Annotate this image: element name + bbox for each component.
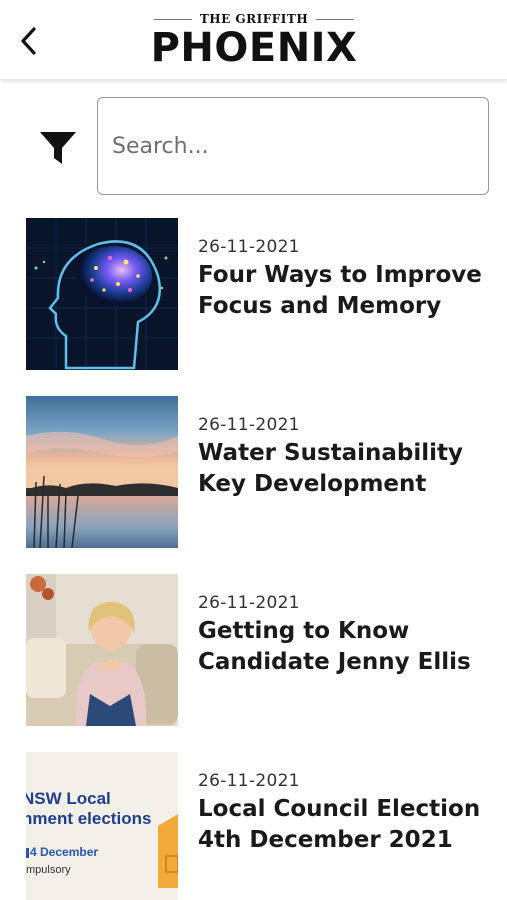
article-thumbnail-election[interactable]: NSW Local nment elections 4 December mpu… [26,752,178,900]
logo-rule-left [153,18,192,20]
article-title[interactable]: Four Ways to Improve Focus and Memory [198,260,488,322]
article-thumbnail-portrait[interactable] [26,574,178,726]
article-item[interactable]: 26-11-2021 Getting to Know Candidate Jen… [26,574,496,726]
chevron-left-icon [21,27,36,55]
banner-text-line2: nment elections [26,809,151,828]
filter-button[interactable] [36,126,80,170]
article-date: 26-11-2021 [198,593,300,613]
article-date: 26-11-2021 [198,415,300,435]
logo-top-text: THE GRIFFITH [199,12,309,26]
back-button[interactable] [12,24,46,58]
logo-rule-right [316,18,355,20]
article-title[interactable]: Water Sustainability Key Development [198,438,488,500]
logo-main-text: PHOENIX [150,25,358,71]
article-date: 26-11-2021 [198,771,300,791]
site-logo[interactable]: THE GRIFFITH PHOENIX [140,12,368,72]
banner-text-line1: NSW Local [26,789,111,808]
article-thumbnail-lake[interactable] [26,396,178,548]
article-title[interactable]: Getting to Know Candidate Jenny Ellis [198,616,488,678]
app-header: THE GRIFFITH PHOENIX [0,0,507,80]
search-input[interactable] [112,98,476,194]
filter-icon [40,132,76,164]
banner-text-line3: 4 December [30,845,98,859]
article-item[interactable]: 26-11-2021 Water Sustainability Key Deve… [26,396,496,548]
banner-text-line4: mpulsory [26,864,71,876]
article-item[interactable]: 26-11-2021 Four Ways to Improve Focus an… [26,218,496,370]
article-title[interactable]: Local Council Election 4th December 2021 [198,794,488,856]
article-thumbnail-brain[interactable] [26,218,178,370]
article-date: 26-11-2021 [198,237,300,257]
article-item[interactable]: NSW Local nment elections 4 December mpu… [26,752,496,900]
search-box[interactable] [97,97,489,195]
